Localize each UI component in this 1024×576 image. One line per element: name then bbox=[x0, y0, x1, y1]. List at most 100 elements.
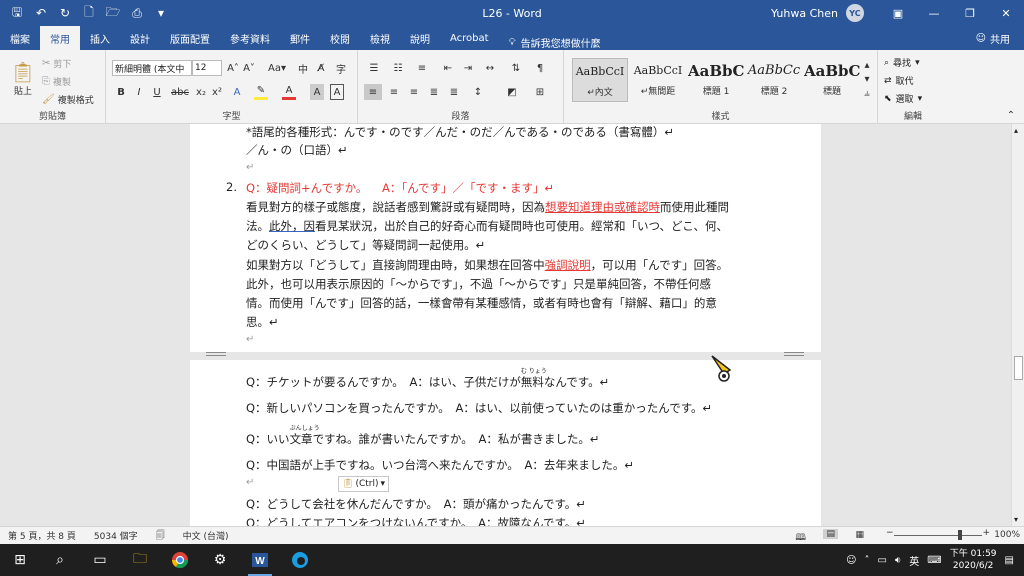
font-color-icon[interactable]: A bbox=[282, 84, 296, 100]
paste-options-button[interactable]: 📋︎ (Ctrl) ▾ bbox=[338, 476, 390, 492]
volume-icon[interactable]: 🔉︎ bbox=[895, 555, 901, 566]
save-icon[interactable]: 🖫 bbox=[8, 4, 26, 22]
search-icon[interactable]: ⌕ bbox=[40, 544, 80, 576]
zoom-knob[interactable] bbox=[958, 530, 962, 540]
tab-home[interactable]: 常用 bbox=[40, 26, 80, 50]
zoom-slider[interactable]: − + bbox=[886, 528, 990, 541]
close-button[interactable]: ✕ bbox=[988, 0, 1024, 26]
chevron-up-icon[interactable]: ˄ bbox=[865, 555, 870, 566]
shading-icon[interactable]: ◩ bbox=[504, 84, 520, 100]
undo-icon[interactable]: ↶ bbox=[32, 4, 50, 22]
phonetic-guide-icon[interactable]: 中 bbox=[296, 60, 310, 76]
strikethrough-icon[interactable]: abc bbox=[171, 84, 189, 100]
underline-icon[interactable]: U bbox=[150, 84, 164, 100]
settings-gear-icon[interactable]: ⚙ bbox=[200, 544, 240, 576]
print-preview-icon[interactable]: ⎙ bbox=[128, 4, 146, 22]
character-shading-icon[interactable]: A bbox=[310, 84, 324, 100]
change-case-icon[interactable]: Aa▾ bbox=[266, 60, 288, 76]
new-document-icon[interactable]: 🗋 bbox=[80, 4, 98, 22]
user-name[interactable]: Yuhwa Chen bbox=[771, 7, 838, 20]
zoom-percent[interactable]: 100% bbox=[994, 530, 1020, 540]
restore-button[interactable]: ❐ bbox=[952, 0, 988, 26]
select-button[interactable]: ⬉ 選取 ▾ bbox=[884, 92, 922, 106]
doc-line[interactable]: 看見對方的樣子或態度，說話者感到驚訝或有疑問時，因為想要知道理由或確認時而使用此… bbox=[246, 199, 729, 215]
scroll-up-icon[interactable]: ▴ bbox=[1014, 126, 1018, 135]
align-center-icon[interactable]: ≡ bbox=[386, 84, 402, 100]
copy-button[interactable]: ⎘ 複製 bbox=[42, 74, 71, 88]
word-count[interactable]: 5034 個字 bbox=[94, 529, 138, 542]
doc-line[interactable]: *語尾的各種形式：んです・のです／んだ・のだ／んである・のである（書寫體）↵ bbox=[246, 124, 674, 140]
style-heading-2[interactable]: AaBbCc 標題 2 bbox=[746, 58, 802, 102]
style-heading-1[interactable]: AaBbC 標題 1 bbox=[688, 58, 744, 102]
customize-qat-icon[interactable]: ▾ bbox=[152, 4, 170, 22]
font-name-combo[interactable]: 新細明體 (本文中 bbox=[112, 60, 192, 76]
style-title[interactable]: AaBbC 標題 bbox=[804, 58, 860, 102]
superscript-icon[interactable]: x² bbox=[210, 84, 224, 100]
align-right-icon[interactable]: ≡ bbox=[406, 84, 422, 100]
styles-scroll-up-icon[interactable]: ▴ bbox=[860, 58, 874, 72]
line-spacing-icon[interactable]: ↕ bbox=[470, 84, 486, 100]
page-count[interactable]: 第 5 頁，共 8 頁 bbox=[8, 529, 76, 542]
highlight-icon[interactable]: ✎ bbox=[254, 84, 268, 100]
zoom-out-icon[interactable]: − bbox=[886, 528, 894, 538]
character-border-icon[interactable]: A bbox=[330, 84, 344, 100]
web-layout-icon[interactable]: ▦ bbox=[855, 530, 864, 540]
tab-help[interactable]: 說明 bbox=[400, 26, 440, 50]
tab-references[interactable]: 參考資料 bbox=[220, 26, 280, 50]
proofing-icon[interactable]: 🗐︎ bbox=[156, 528, 165, 544]
share-button[interactable]: ☺ 共用 bbox=[976, 26, 1010, 50]
word-icon[interactable]: W bbox=[240, 544, 280, 576]
people-icon[interactable]: ☺ bbox=[846, 555, 856, 566]
text-effects-icon[interactable]: A bbox=[230, 84, 244, 100]
language[interactable]: 中文 (台灣) bbox=[183, 529, 229, 542]
enclose-characters-icon[interactable]: 字 bbox=[334, 60, 348, 76]
decrease-indent-icon[interactable]: ⇤ bbox=[440, 60, 456, 76]
numbering-icon[interactable]: ☷ bbox=[390, 60, 406, 76]
cut-button[interactable]: ✂ 剪下 bbox=[42, 56, 71, 70]
collapse-ribbon-icon[interactable]: ⌃ bbox=[1004, 108, 1018, 122]
distributed-icon[interactable]: ≣ bbox=[446, 84, 462, 100]
keyboard-icon[interactable]: ⌨ bbox=[927, 555, 941, 566]
doc-line[interactable]: ↵ bbox=[246, 477, 254, 488]
doc-line[interactable]: 思。↵ bbox=[246, 314, 279, 330]
zoom-in-icon[interactable]: + bbox=[982, 528, 990, 538]
doc-line[interactable]: ／ん・の（口語）↵ bbox=[246, 142, 348, 158]
multilevel-list-icon[interactable]: ≡ bbox=[414, 60, 430, 76]
edge-icon[interactable] bbox=[280, 544, 320, 576]
doc-line[interactable]: ↵ bbox=[246, 334, 254, 345]
doc-line[interactable]: Q：疑問詞+んですか。 A：「んです」／「です・ます」↵ bbox=[246, 180, 554, 196]
notifications-icon[interactable]: ▤ bbox=[1005, 555, 1014, 566]
avatar[interactable]: YC bbox=[846, 4, 864, 22]
chrome-icon[interactable] bbox=[160, 544, 200, 576]
chinese-layout-icon[interactable]: ↔ bbox=[482, 60, 498, 76]
doc-line[interactable]: 此外，也可以用表示原因的「～からです」，不過「～からです」只是單純回答，不帶任何… bbox=[246, 276, 711, 292]
replace-button[interactable]: ⇄ 取代 bbox=[884, 74, 914, 88]
doc-line[interactable]: Q：どうしてエアコンをつけないんですか。 A：故障なんです。↵ bbox=[246, 515, 586, 526]
doc-line[interactable]: Q：中国語が上手ですね。いつ台湾へ来たんですか。 A：去年来ました。↵ bbox=[246, 457, 634, 473]
borders-icon[interactable]: ⊞ bbox=[532, 84, 548, 100]
open-icon[interactable]: 🗁 bbox=[104, 4, 122, 22]
tab-file[interactable]: 檔案 bbox=[0, 26, 40, 50]
tab-design[interactable]: 設計 bbox=[120, 26, 160, 50]
styles-more-icon[interactable]: ⫨ bbox=[860, 86, 874, 100]
justify-icon[interactable]: ≣ bbox=[426, 84, 442, 100]
find-button[interactable]: ⌕ 尋找 ▾ bbox=[884, 56, 920, 70]
print-layout-icon[interactable]: ▤ bbox=[823, 529, 838, 539]
bold-icon[interactable]: B bbox=[114, 84, 128, 100]
file-explorer-icon[interactable]: 🗀︎ bbox=[120, 544, 160, 576]
doc-line[interactable]: どのくらい、どうして」等疑問詞一起使用。↵ bbox=[246, 237, 485, 253]
doc-line[interactable]: Q：新しいパソコンを買ったんですか。 A：はい、以前使っていたのは重かったんです… bbox=[246, 400, 712, 416]
clear-formatting-icon[interactable]: A̸ bbox=[314, 60, 328, 76]
increase-indent-icon[interactable]: ⇥ bbox=[460, 60, 476, 76]
doc-line[interactable]: Q：どうして会社を休んだんですか。 A：頭が痛かったんです。↵ bbox=[246, 496, 586, 512]
tab-acrobat[interactable]: Acrobat bbox=[440, 26, 499, 50]
tab-view[interactable]: 檢視 bbox=[360, 26, 400, 50]
page-5[interactable]: *語尾的各種形式：んです・のです／んだ・のだ／んである・のである（書寫體）↵ ／… bbox=[190, 124, 821, 352]
ribbon-display-options-icon[interactable]: ▣ bbox=[880, 0, 916, 26]
tab-layout[interactable]: 版面配置 bbox=[160, 26, 220, 50]
tell-me[interactable]: 💡︎ 告訴我您想做什麼 bbox=[499, 35, 601, 50]
show-marks-icon[interactable]: ¶ bbox=[532, 60, 548, 76]
redo-icon[interactable]: ↻ bbox=[56, 4, 74, 22]
tab-mailings[interactable]: 郵件 bbox=[280, 26, 320, 50]
doc-line[interactable]: 法。此外，因看見某狀況，出於自己的好奇心而有疑問時也可使用。經常和「いつ、どこ、… bbox=[246, 218, 728, 234]
